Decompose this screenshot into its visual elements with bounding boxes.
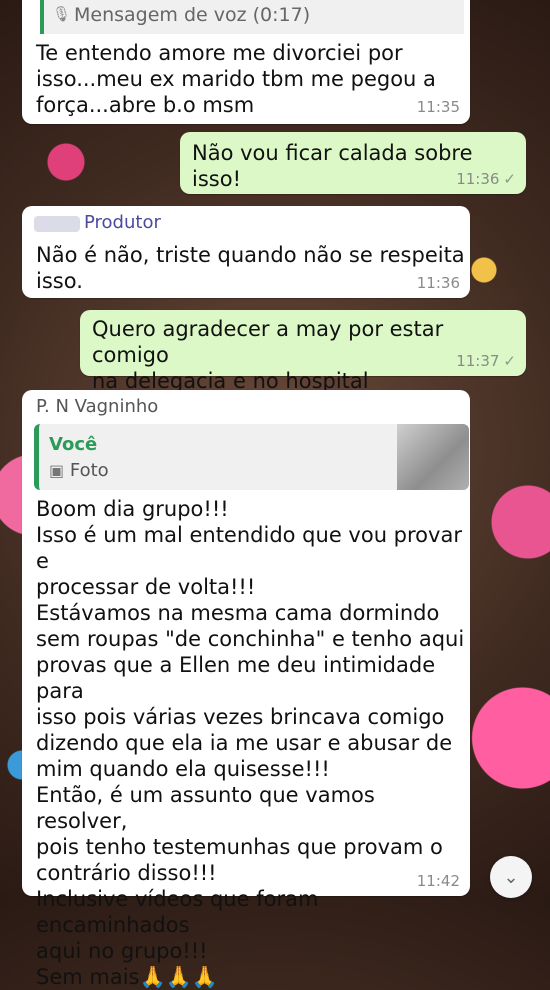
message-time: 11:42: [416, 872, 460, 890]
voice-message-label: Mensagem de voz (0:17): [74, 4, 311, 26]
message-time: 11:36 ✓: [456, 170, 516, 188]
message-text: Não é não, triste quando não se respeita…: [36, 243, 465, 293]
message-time: 11:35: [416, 98, 460, 116]
message-time: 11:36: [416, 274, 460, 292]
message-text: Te entendo amore me divorciei por isso..…: [36, 41, 436, 117]
scroll-to-bottom-button[interactable]: ⌄: [490, 856, 532, 898]
message-bubble-4[interactable]: Quero agradecer a may por estar comigo n…: [80, 310, 526, 393]
message-time-value: 11:36: [456, 170, 500, 188]
sender-avatar-blur: [34, 216, 80, 232]
sender-name[interactable]: Produtor: [84, 212, 161, 233]
message-time: 11:37 ✓: [456, 352, 516, 370]
message-time-value: 11:37: [456, 352, 500, 370]
message-bubble-5[interactable]: P. N Vagninho Você ▣ Foto Boom dia grupo…: [22, 390, 470, 989]
microphone-icon: 🎙: [52, 5, 72, 23]
quoted-type: ▣ Foto: [49, 460, 109, 481]
quoted-photo-thumbnail: [397, 424, 469, 490]
quoted-author: Você: [49, 434, 98, 455]
sent-check-icon: ✓: [503, 352, 516, 370]
message-bubble-3[interactable]: Produtor Não é não, triste quando não se…: [22, 206, 470, 298]
message-text: Boom dia grupo!!! Isso é um mal entendid…: [36, 497, 465, 989]
sent-check-icon: ✓: [503, 170, 516, 188]
message-bubble-2[interactable]: Não vou ficar calada sobre isso! 11:36 ✓: [180, 132, 526, 194]
voice-quote[interactable]: 🎙 Mensagem de voz (0:17): [40, 0, 464, 34]
sender-name[interactable]: P. N Vagninho: [36, 396, 158, 417]
chevron-down-icon: ⌄: [503, 866, 519, 888]
message-bubble-1[interactable]: 🎙 Mensagem de voz (0:17) Te entendo amor…: [22, 0, 470, 124]
photo-icon: ▣: [49, 461, 65, 480]
quoted-message[interactable]: Você ▣ Foto: [34, 424, 469, 490]
quoted-type-label: Foto: [69, 460, 109, 481]
